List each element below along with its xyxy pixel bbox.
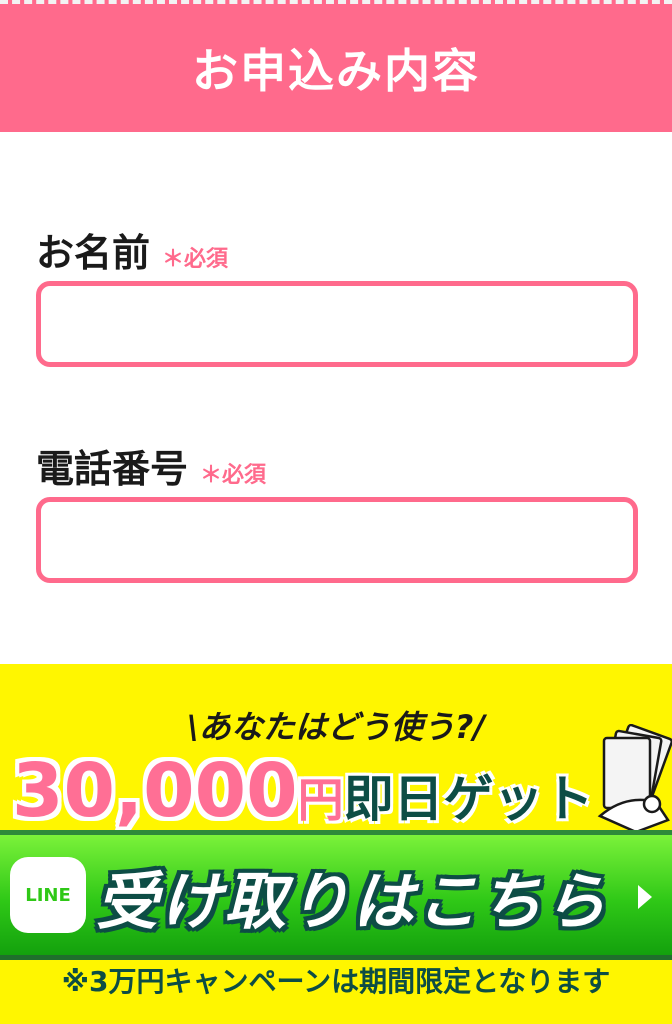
money-hand-icon [597, 724, 672, 834]
phone-required-badge: ＊必須 [200, 463, 267, 488]
line-campaign-banner: \あなたはどう使う?/ 30,000円即日ゲット LINE 受け取りはこちら ※… [0, 664, 672, 1024]
phone-field-label: 電話番号 ＊必須 [36, 438, 266, 493]
name-label: お名前 [36, 231, 151, 275]
line-receive-button[interactable]: LINE 受け取りはこちら [0, 830, 672, 960]
banner-amount-suffix: 即日ゲット [343, 770, 594, 828]
name-field-label: お名前 ＊必須 [36, 222, 228, 277]
phone-label: 電話番号 [36, 447, 189, 491]
page-header: お申込み内容 [0, 0, 672, 132]
receive-button-label: 受け取りはこちら [96, 865, 609, 938]
name-required-badge: ＊必須 [162, 247, 229, 272]
banner-amount: 30,000 [12, 748, 298, 834]
triangle-right-icon [638, 885, 652, 909]
phone-field[interactable] [36, 497, 638, 583]
name-field[interactable] [36, 281, 638, 367]
line-logo-icon: LINE [10, 857, 86, 933]
campaign-note: ※3万円キャンペーンは期間限定となります [61, 965, 611, 998]
banner-headline: 30,000円即日ゲット [12, 748, 594, 834]
line-logo-text: LINE [25, 884, 71, 906]
banner-amount-unit: 円 [297, 773, 344, 827]
page-title: お申込み内容 [192, 44, 480, 98]
banner-subtitle: \あなたはどう使う?/ [187, 708, 485, 746]
name-input[interactable] [41, 286, 633, 362]
phone-input[interactable] [41, 502, 633, 578]
